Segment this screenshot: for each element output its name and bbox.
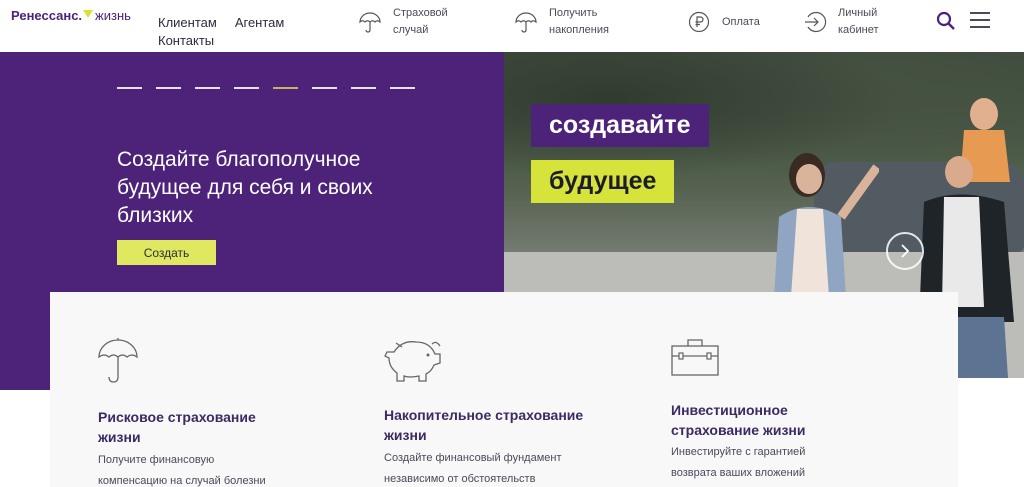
slide-dash[interactable] bbox=[117, 87, 142, 89]
briefcase-icon bbox=[671, 338, 719, 381]
search-icon[interactable] bbox=[936, 11, 956, 36]
hero-title: Создайте благополучное будущее для себя … bbox=[117, 148, 373, 227]
logo-main: Ренессанс. bbox=[11, 8, 83, 23]
product-desc-savings: Создайте финансовый фундамент независимо… bbox=[384, 452, 562, 485]
product-title-investment[interactable]: Инвестиционное страхование жизни bbox=[671, 400, 871, 440]
hamburger-menu-icon[interactable] bbox=[970, 12, 990, 33]
slide-dash-active[interactable] bbox=[273, 87, 298, 89]
slide-dash[interactable] bbox=[351, 87, 376, 89]
logo-sub: жизнь bbox=[95, 8, 131, 23]
slide-dash[interactable] bbox=[156, 87, 181, 89]
umbrella-icon bbox=[98, 337, 138, 390]
nav-account-label: Личный кабинет bbox=[838, 7, 879, 36]
hero-tag-future: будущее bbox=[531, 160, 675, 203]
slider-indicators bbox=[117, 87, 429, 89]
nav-clients[interactable]: Клиентам bbox=[158, 15, 217, 30]
main-nav: Клиентам Агентам Контакты bbox=[158, 14, 302, 50]
nav-agents[interactable]: Агентам bbox=[235, 15, 285, 30]
slide-dash[interactable] bbox=[195, 87, 220, 89]
next-slide-button[interactable] bbox=[886, 232, 924, 270]
nav-payment[interactable]: Оплата bbox=[687, 10, 760, 34]
product-desc-risk: Получите финансовую компенсацию на случа… bbox=[98, 454, 266, 487]
login-icon bbox=[803, 10, 827, 34]
slide-dash[interactable] bbox=[390, 87, 415, 89]
umbrella-icon bbox=[358, 10, 382, 34]
product-desc-investment: Инвестируйте с гарантией возврата ваших … bbox=[671, 446, 806, 479]
products-panel: Рисковое страхование жизни Получите фина… bbox=[50, 292, 958, 487]
chevron-right-icon bbox=[901, 244, 910, 258]
header: Ренессанс. жизнь Клиентам Агентам Контакт… bbox=[0, 0, 1024, 52]
slide-dash[interactable] bbox=[234, 87, 259, 89]
nav-contacts[interactable]: Контакты bbox=[158, 33, 214, 48]
product-title-savings[interactable]: Накопительное страхование жизни bbox=[384, 405, 584, 445]
nav-get-savings[interactable]: Получить накопления bbox=[514, 5, 634, 39]
nav-insurance-case[interactable]: Страховой случай bbox=[358, 5, 468, 39]
nav-payment-label: Оплата bbox=[722, 15, 760, 28]
product-title-risk[interactable]: Рисковое страхование жизни bbox=[98, 407, 298, 447]
create-button[interactable]: Создать bbox=[117, 240, 216, 265]
piggy-bank-icon bbox=[384, 336, 442, 387]
nav-account[interactable]: Личный кабинет bbox=[803, 5, 913, 39]
logo-triangle-icon bbox=[83, 9, 94, 18]
nav-get-savings-label: Получить накопления bbox=[549, 7, 609, 36]
ruble-icon bbox=[687, 10, 711, 34]
slide-dash[interactable] bbox=[312, 87, 337, 89]
umbrella-icon bbox=[514, 10, 538, 34]
nav-insurance-case-label: Страховой случай bbox=[393, 7, 448, 36]
hero-tag-create: создавайте bbox=[531, 104, 709, 147]
logo[interactable]: Ренессанс. жизнь bbox=[11, 8, 131, 23]
